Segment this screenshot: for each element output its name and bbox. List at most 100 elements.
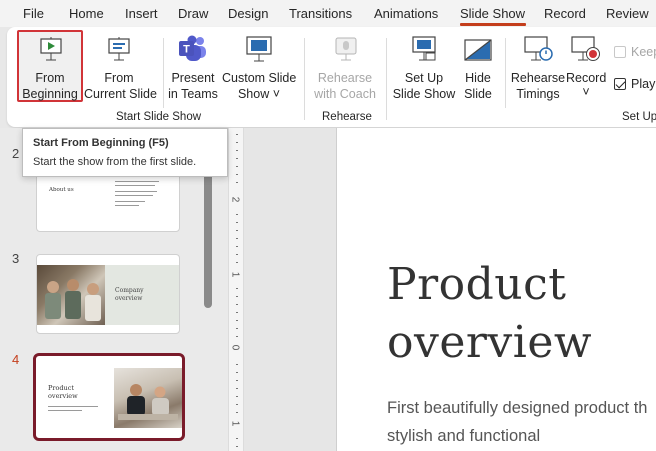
- thumb-4-text-line: [48, 410, 82, 411]
- custom-show-label-2: Show ˅: [237, 87, 281, 101]
- thumb-4-title-2: overview: [48, 392, 78, 400]
- ruler-tick: [236, 134, 238, 135]
- tab-home[interactable]: Home: [69, 6, 104, 21]
- ruler-tick: [236, 336, 238, 337]
- ruler-tick: [236, 238, 238, 239]
- tab-file[interactable]: File: [23, 6, 44, 21]
- group-label-start-slide-show: Start Slide Show: [116, 111, 202, 123]
- play-checkbox-label: Play: [631, 77, 656, 91]
- slide-thumbnail-4[interactable]: Product overview: [33, 353, 185, 441]
- tab-design[interactable]: Design: [228, 6, 268, 21]
- custom-show-icon: [244, 35, 274, 67]
- present-teams-label-2: in Teams: [168, 87, 218, 101]
- setup-show-icon: [410, 35, 438, 67]
- rehearse-timings-label-2: Timings: [516, 87, 560, 101]
- thumb-2-text-line: [115, 185, 155, 186]
- play-narrations-checkbox[interactable]: [614, 78, 626, 90]
- thumb-3-panel: Company overview: [105, 265, 179, 325]
- ruler-tick: [236, 328, 238, 329]
- tooltip-description: Start the show from the first slide.: [33, 156, 197, 168]
- from-beginning-label-1: From: [35, 71, 65, 85]
- ruler-tick: [236, 158, 238, 159]
- slide-title[interactable]: Product overview: [387, 256, 592, 372]
- thumb-2-title: About us: [49, 187, 74, 193]
- from-current-label-1: From: [104, 71, 134, 85]
- tab-review[interactable]: Review: [606, 6, 649, 21]
- ruler-tick: [236, 446, 238, 447]
- teams-icon: T: [178, 35, 208, 67]
- hide-slide-label-2: Slide: [464, 87, 492, 101]
- ruler-tick: [236, 320, 238, 321]
- ruler-label: 1: [229, 271, 241, 278]
- ribbon-separator: [505, 38, 506, 108]
- present-teams-label-1: Present: [171, 71, 215, 85]
- thumb-2-text-line: [115, 201, 145, 202]
- ruler-tick: [236, 364, 238, 365]
- ruler-tick: [236, 312, 238, 313]
- group-label-set-up: Set Up: [622, 111, 656, 123]
- rehearse-timings-label-1: Rehearse: [510, 71, 566, 85]
- thumb-3-title-1: Company: [115, 287, 144, 294]
- ruler-tick: [236, 182, 238, 183]
- ruler-tick: [236, 222, 238, 223]
- ruler-tick: [236, 372, 238, 373]
- tab-record[interactable]: Record: [544, 6, 586, 21]
- thumb-4-photo: [114, 368, 182, 428]
- slide-number-3: 3: [12, 251, 20, 266]
- slide-number-4: 4: [12, 352, 20, 367]
- thumb-2-text-line: [115, 205, 139, 206]
- record-icon: [571, 35, 601, 67]
- ruler-tick: [236, 396, 238, 397]
- ruler-tick: [236, 174, 238, 175]
- tab-slide-show[interactable]: Slide Show: [460, 6, 525, 21]
- tab-transitions[interactable]: Transitions: [289, 6, 352, 21]
- rehearse-with-coach-button[interactable]: Rehearse with Coach: [310, 30, 380, 102]
- current-slide[interactable]: Product overview First beautifully desig…: [336, 128, 656, 451]
- ribbon-tab-bar: File Home Insert Draw Design Transitions…: [0, 0, 656, 27]
- tab-insert[interactable]: Insert: [125, 6, 158, 21]
- current-slide-screen-icon: [106, 36, 132, 66]
- ribbon-separator: [163, 38, 164, 108]
- slide-editing-canvas: Product overview First beautifully desig…: [244, 128, 656, 451]
- ruler-tick: [236, 304, 238, 305]
- thumbnail-scrollbar[interactable]: [204, 172, 212, 308]
- slide-thumbnail-3[interactable]: Company overview: [36, 254, 180, 334]
- set-up-slide-show-button[interactable]: Set Up Slide Show: [392, 30, 456, 102]
- ruler-tick: [236, 438, 238, 439]
- tab-draw[interactable]: Draw: [178, 6, 208, 21]
- thumb-4-title-1: Product: [48, 384, 74, 392]
- thumb-2-text-line: [115, 181, 159, 182]
- record-button[interactable]: Record ˅: [566, 30, 606, 102]
- ruler-tick: [236, 230, 238, 231]
- svg-text:T: T: [183, 44, 190, 56]
- slide-number-2: 2: [12, 146, 20, 161]
- hide-slide-button[interactable]: Hide Slide: [458, 30, 498, 102]
- from-current-label-2: Current Slide: [84, 87, 157, 101]
- from-current-slide-button[interactable]: From Current Slide: [84, 30, 157, 102]
- tab-animations[interactable]: Animations: [374, 6, 438, 21]
- rehearse-coach-label-2: with Coach: [314, 87, 376, 101]
- ribbon-separator: [386, 38, 387, 120]
- keep-checkbox-label: Keep: [631, 45, 656, 59]
- custom-slide-show-button[interactable]: Custom Slide Show ˅: [222, 30, 296, 102]
- coach-podium-icon: [333, 36, 359, 66]
- group-label-rehearse: Rehearse: [322, 111, 372, 123]
- slide-body-line-2: stylish and functional: [387, 427, 541, 445]
- slide-body-text[interactable]: First beautifully designed product th st…: [387, 394, 647, 450]
- play-screen-icon: [38, 36, 64, 66]
- thumb-2-text-line: [115, 195, 153, 196]
- slide-body-line-1: First beautifully designed product th: [387, 399, 648, 417]
- ruler-tick: [236, 388, 238, 389]
- rehearse-timings-button[interactable]: Rehearse Timings: [510, 30, 566, 102]
- thumb-3-title-2: overview: [115, 295, 143, 302]
- rehearse-coach-label-1: Rehearse: [317, 71, 373, 85]
- keep-slide-updated-checkbox[interactable]: [614, 46, 626, 58]
- present-in-teams-button[interactable]: T Present in Teams: [166, 30, 220, 102]
- from-beginning-button[interactable]: From Beginning: [17, 30, 83, 102]
- record-dropdown-chevron[interactable]: ˅: [566, 84, 606, 100]
- ruler-tick: [236, 296, 238, 297]
- custom-show-label-1: Custom Slide: [222, 71, 297, 85]
- slide-title-line-2: overview: [387, 317, 593, 368]
- thumb-3-photo: [37, 265, 105, 325]
- setup-show-label-2: Slide Show: [392, 87, 456, 101]
